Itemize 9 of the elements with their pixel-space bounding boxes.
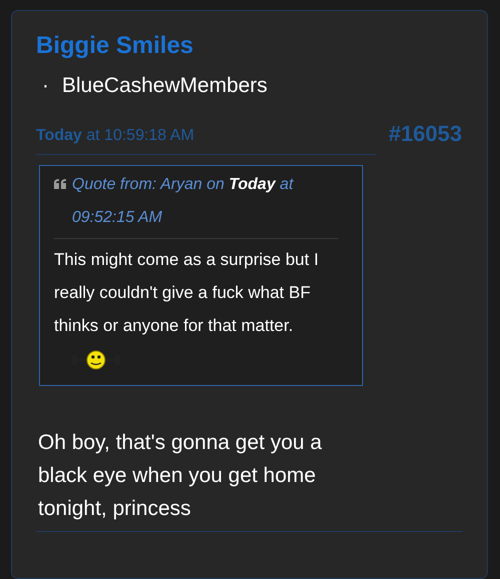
post-number[interactable]: #16053 bbox=[388, 121, 462, 147]
author-name[interactable]: Biggie Smiles bbox=[36, 31, 194, 61]
quote-icon bbox=[54, 179, 66, 189]
quote-header[interactable]: Quote from: Aryan on Today at 09:52:15 AM bbox=[72, 168, 338, 234]
post-body: Oh boy, that's gonna get you a black eye when you get home tonight, princess bbox=[38, 430, 323, 522]
quote-text: This might come as a surprise but I really couldn't give a fuck what BF thinks or anyone for that matter. bbox=[54, 250, 319, 335]
bullet: · bbox=[42, 73, 49, 99]
member-group: BlueCashewMembers bbox=[62, 73, 268, 99]
post-date: Today at 10:59:18 AM bbox=[36, 127, 194, 144]
